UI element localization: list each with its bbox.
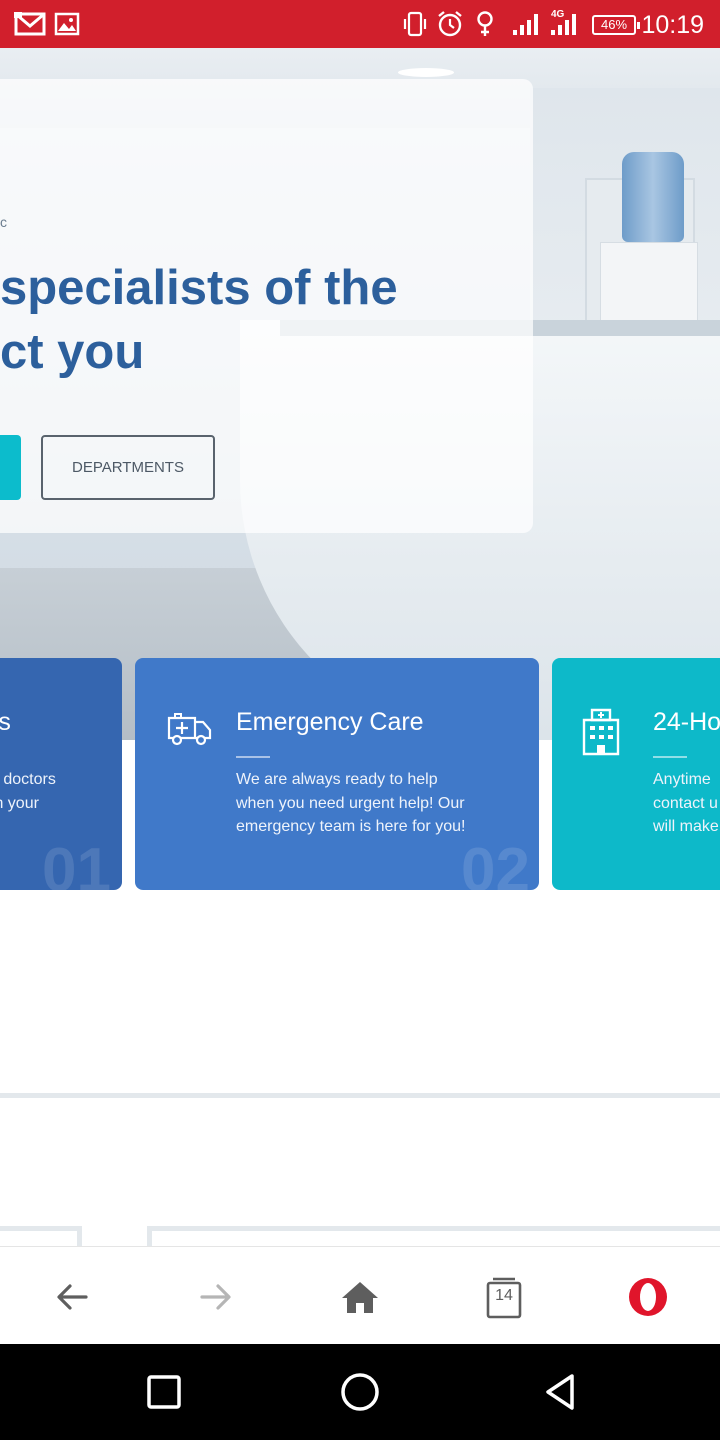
home-system-button[interactable]: [338, 1370, 382, 1414]
battery-level: 46%: [600, 17, 628, 32]
feature-card-line: emergency team is here for you!: [236, 818, 466, 835]
opera-logo-icon: [629, 1278, 667, 1316]
tab-count: 14: [495, 1287, 513, 1304]
feature-card-divider: [236, 756, 270, 758]
feature-card-title: 24-Ho: [653, 708, 720, 736]
web-page[interactable]: c specialists of the ct you DEPARTMENTS …: [0, 48, 720, 1246]
feature-card-line: th your: [0, 794, 39, 812]
forward-arrow-icon: [200, 1284, 231, 1310]
back-button[interactable]: [48, 1275, 96, 1319]
hero-title-line-2: ct you: [0, 325, 145, 379]
hospital-icon: [582, 708, 620, 756]
feature-card-text: We are always ready to help when you nee…: [236, 768, 465, 839]
home-circle-icon: [341, 1373, 379, 1411]
feature-card-divider: [653, 756, 687, 758]
hero-background-light: [398, 68, 454, 77]
feature-card-text: d doctors th your: [0, 768, 56, 815]
hero-title-line-1: specialists of the: [0, 261, 398, 315]
feature-card-24-hours[interactable]: 24-Ho Anytime contact u will make: [552, 658, 720, 890]
water-cooler-body: [600, 242, 698, 326]
signal-icon: [513, 14, 538, 35]
feature-card-line: We are always ready to help: [236, 771, 438, 788]
content-box-outline: [0, 1226, 82, 1246]
ambulance-icon: [167, 713, 212, 746]
home-button[interactable]: [336, 1275, 384, 1319]
back-triangle-icon: [546, 1374, 574, 1410]
system-navigation-bar: [0, 1344, 720, 1440]
browser-navigation-bar: 14: [0, 1246, 720, 1344]
feature-card-number: 01: [42, 836, 111, 890]
content-box-outline: [147, 1226, 720, 1246]
feature-card-text: Anytime contact u will make: [653, 768, 719, 839]
departments-button[interactable]: DEPARTMENTS: [41, 435, 215, 500]
section-divider: [0, 1093, 720, 1098]
vibrate-icon: [403, 11, 427, 37]
back-system-button[interactable]: [538, 1370, 582, 1414]
back-arrow-icon: [57, 1284, 88, 1310]
feature-card-title: Emergency Care: [236, 708, 424, 736]
feature-card-doctors[interactable]: rs d doctors th your 01: [0, 658, 122, 890]
gallery-icon: [54, 12, 80, 36]
signal-4g-icon: [551, 14, 576, 35]
recent-apps-icon: [147, 1375, 181, 1409]
opera-menu-button[interactable]: [624, 1275, 672, 1319]
feature-card-line: d doctors: [0, 771, 56, 788]
status-bar: 4G 46% 10:19: [0, 0, 720, 48]
feature-card-line: will make: [653, 818, 719, 835]
feature-card-number: 02: [461, 836, 530, 890]
recent-apps-button[interactable]: [142, 1370, 186, 1414]
feature-card-line: contact u: [653, 794, 718, 812]
alarm-icon: [438, 11, 462, 37]
location-icon: [477, 11, 493, 36]
water-cooler-bottle: [622, 152, 684, 242]
feature-card-line: Anytime: [653, 771, 711, 788]
clock: 10:19: [641, 11, 704, 39]
feature-card-line: when you need urgent help! Our: [236, 794, 465, 812]
forward-button[interactable]: [192, 1275, 240, 1319]
home-icon: [342, 1282, 378, 1313]
hero-title: specialists of the ct you: [0, 256, 520, 384]
battery-icon: 46%: [592, 15, 640, 35]
gmail-icon: [14, 12, 46, 36]
tabs-button[interactable]: 14: [480, 1275, 528, 1319]
feature-card-title: rs: [0, 708, 11, 736]
hero-primary-button[interactable]: [0, 435, 21, 500]
feature-card-emergency-care[interactable]: Emergency Care We are always ready to he…: [135, 658, 539, 890]
hero-kicker: c: [0, 214, 8, 230]
